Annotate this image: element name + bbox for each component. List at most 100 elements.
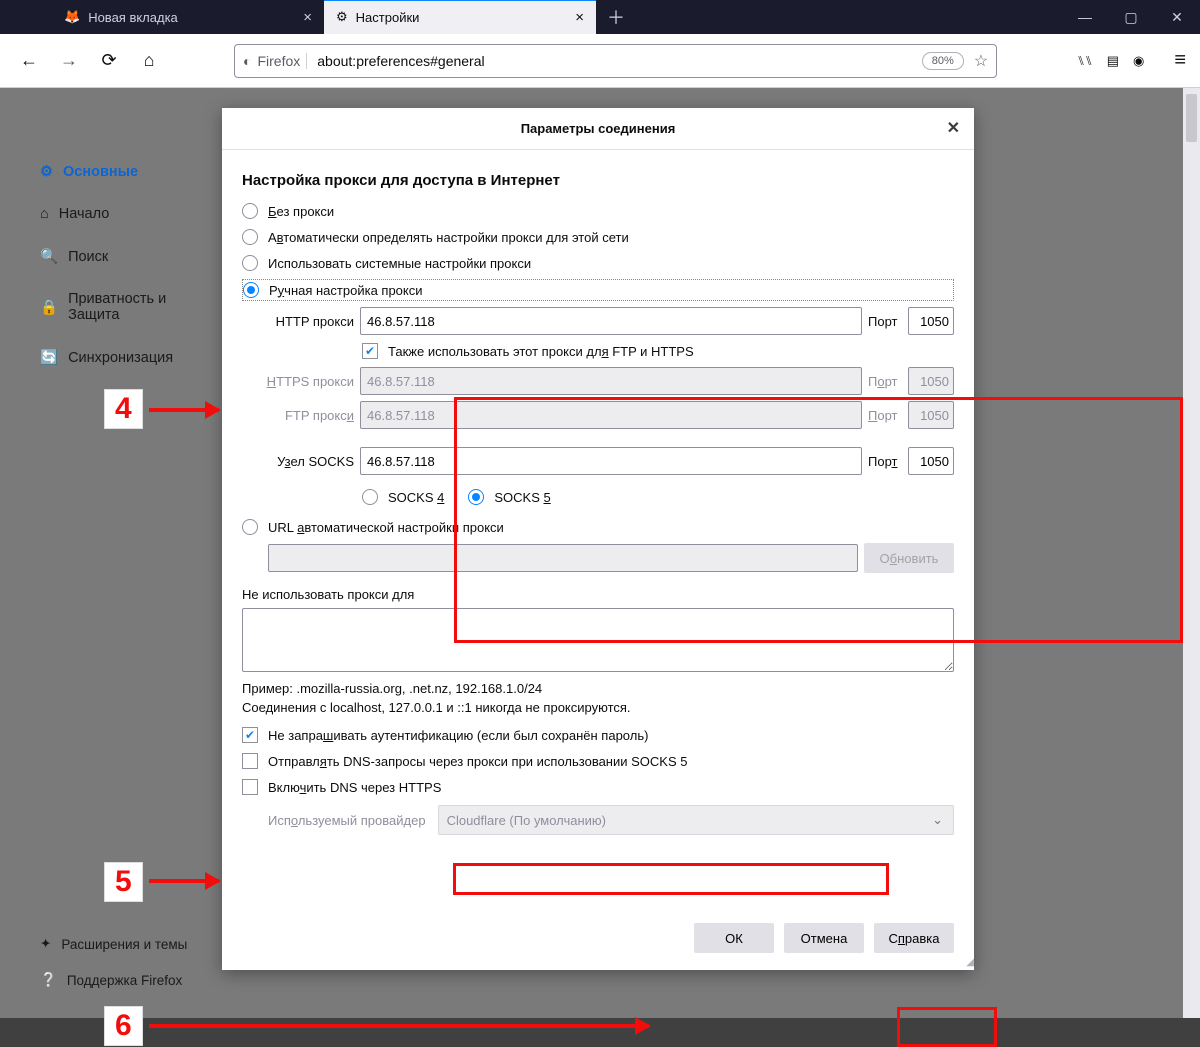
radio-pac-url[interactable]: URL автоматической настройки прокси <box>242 517 954 537</box>
radio-label: URL автоматической настройки прокси <box>268 520 504 535</box>
zoom-badge[interactable]: 80% <box>922 52 964 70</box>
tab-bar: 🦊 Новая вкладка × ⚙ Настройки × ＋ — ▢ ✕ <box>0 0 1200 34</box>
checkbox-label: Также использовать этот прокси для FTP и… <box>388 344 694 359</box>
close-icon[interactable]: × <box>303 10 312 25</box>
sidebar-item-label: Начало <box>59 206 110 222</box>
menu-icon[interactable]: ≡ <box>1174 49 1186 72</box>
sidebar-item-label: Защита <box>68 307 119 323</box>
lock-icon: 🔒 <box>40 299 58 316</box>
radio-label: Ручная настройка прокси <box>269 283 423 298</box>
sidebar-item-general[interactable]: ⚙ Основные <box>40 164 210 180</box>
library-icon[interactable]: ⑊⑊ <box>1077 53 1093 69</box>
noproxy-note: Соединения с localhost, 127.0.0.1 и ::1 … <box>242 700 954 715</box>
checkbox-socks-dns[interactable]: Отправлять DNS-запросы через прокси при … <box>242 751 954 771</box>
checkbox-same-proxy[interactable]: Также использовать этот прокси для FTP и… <box>362 341 954 361</box>
resize-grip-icon[interactable]: ◢ <box>966 957 971 968</box>
preferences-sidebar: ⚙ Основные ⌂ Начало 🔍 Поиск 🔒 Приватность иЗ… <box>40 164 210 366</box>
identity-chip[interactable]: ◐ Firefox <box>243 53 307 69</box>
radio-system-proxy[interactable]: Использовать системные настройки прокси <box>242 253 954 273</box>
sidebar-footer: ✦Расширения и темы ❔Поддержка Firefox <box>40 936 187 988</box>
port-label: Порт <box>868 408 902 423</box>
home-icon[interactable]: ⌂ <box>134 46 164 76</box>
http-proxy-input[interactable] <box>360 307 862 335</box>
address-text[interactable]: about:preferences#general <box>317 53 911 69</box>
home-icon: ⌂ <box>40 206 49 222</box>
tab-new[interactable]: 🦊 Новая вкладка × <box>52 0 324 34</box>
https-proxy-label: HTTPS прокси <box>242 374 354 389</box>
page-scrollbar[interactable] <box>1183 88 1200 1018</box>
radio-label: Без прокси <box>268 204 334 219</box>
close-window-icon[interactable]: ✕ <box>1154 0 1200 34</box>
checkbox-save-login[interactable]: Не запрашивать аутентификацию (если был … <box>242 725 954 745</box>
http-port-input[interactable] <box>908 307 954 335</box>
back-icon[interactable]: ← <box>14 46 44 76</box>
maximize-icon[interactable]: ▢ <box>1108 0 1154 34</box>
sidebar-item-home[interactable]: ⌂ Начало <box>40 206 210 222</box>
sidebar-item-label: Поиск <box>68 249 108 265</box>
provider-label: Используемый провайдер <box>242 813 426 828</box>
sidebar-item-label: Синхронизация <box>68 350 173 366</box>
sidebar-item-search[interactable]: 🔍 Поиск <box>40 248 210 265</box>
radio-socks5[interactable]: SOCKS 5 <box>468 487 550 507</box>
preferences-page: ⚙ Основные ⌂ Начало 🔍 Поиск 🔒 Приватность иЗ… <box>0 88 1200 1018</box>
cancel-button[interactable]: Отмена <box>784 923 864 953</box>
newtab-button[interactable]: ＋ <box>596 0 636 34</box>
sidebar-item-label: Поддержка Firefox <box>67 973 182 988</box>
ok-button[interactable]: ОК <box>694 923 774 953</box>
socks-host-input[interactable] <box>360 447 862 475</box>
connection-settings-dialog: Параметры соединения ✕ Настройка прокси … <box>222 108 974 970</box>
reload-button: Обновить <box>864 543 954 573</box>
gear-icon: ⚙ <box>336 9 348 25</box>
radio-socks4[interactable]: SOCKS 4 <box>362 487 444 507</box>
search-icon: 🔍 <box>40 248 58 265</box>
checkbox-doh[interactable]: Включить DNS через HTTPS <box>242 777 954 797</box>
pac-url-input <box>268 544 858 572</box>
radio-icon <box>362 489 378 505</box>
port-label: Порт <box>868 374 902 389</box>
radio-manual-proxy[interactable]: Ручная настройка прокси <box>242 279 954 301</box>
sidebar-item-label: Расширения и темы <box>61 937 187 952</box>
noproxy-textarea[interactable] <box>242 608 954 672</box>
account-icon[interactable]: ◉ <box>1133 53 1144 69</box>
url-bar[interactable]: ◐ Firefox about:preferences#general 80% <box>234 44 997 78</box>
scroll-thumb[interactable] <box>1186 94 1197 142</box>
sidebar-item-label: Приватность и <box>68 291 166 307</box>
tab-settings[interactable]: ⚙ Настройки × <box>324 0 596 34</box>
sidebar-item-privacy[interactable]: 🔒 Приватность иЗащита <box>40 291 210 323</box>
radio-no-proxy[interactable]: Без прокси <box>242 201 954 221</box>
noproxy-label: Не использовать прокси для <box>242 587 954 602</box>
gear-icon: ⚙ <box>40 164 53 180</box>
radio-icon <box>242 255 258 271</box>
radio-icon <box>242 229 258 245</box>
tab-label: Новая вкладка <box>88 10 178 25</box>
sidebar-item-extensions[interactable]: ✦Расширения и темы <box>40 936 187 952</box>
reload-icon[interactable]: ⟳ <box>94 46 124 76</box>
toolbar-extras: ⑊⑊ ▤ ◉ <box>1077 53 1144 69</box>
close-icon[interactable]: × <box>575 10 584 25</box>
bookmark-star-icon[interactable] <box>974 51 988 71</box>
http-proxy-label: HTTP прокси <box>242 314 354 329</box>
http-proxy-row: HTTP прокси Порт <box>242 307 954 335</box>
radio-icon <box>468 489 484 505</box>
radio-label: SOCKS 4 <box>388 490 444 505</box>
provider-select: Cloudflare (По умолчанию) <box>438 805 954 835</box>
radio-auto-detect[interactable]: Автоматически определять настройки прокс… <box>242 227 954 247</box>
socks-port-input[interactable] <box>908 447 954 475</box>
firefox-icon: 🦊 <box>64 9 80 25</box>
socks-version-row: SOCKS 4 SOCKS 5 <box>242 481 954 511</box>
window-controls: — ▢ ✕ <box>1062 0 1200 34</box>
sidebar-item-label: Основные <box>63 164 138 180</box>
section-heading: Настройка прокси для доступа в Интернет <box>242 172 954 189</box>
checkbox-label: Отправлять DNS-запросы через прокси при … <box>268 754 687 769</box>
help-button[interactable]: Справка <box>874 923 954 953</box>
sidebar-icon[interactable]: ▤ <box>1107 53 1119 69</box>
checkbox-label: Не запрашивать аутентификацию (если был … <box>268 728 648 743</box>
dialog-title-bar: Параметры соединения ✕ <box>222 108 974 150</box>
sidebar-item-support[interactable]: ❔Поддержка Firefox <box>40 972 187 988</box>
minimize-icon[interactable]: — <box>1062 0 1108 34</box>
ftp-proxy-input <box>360 401 862 429</box>
forward-icon[interactable]: → <box>54 46 84 76</box>
sidebar-item-sync[interactable]: 🔄Синхронизация <box>40 349 210 366</box>
doh-provider-row: Используемый провайдер Cloudflare (По ум… <box>242 805 954 835</box>
close-icon[interactable]: ✕ <box>947 118 960 138</box>
